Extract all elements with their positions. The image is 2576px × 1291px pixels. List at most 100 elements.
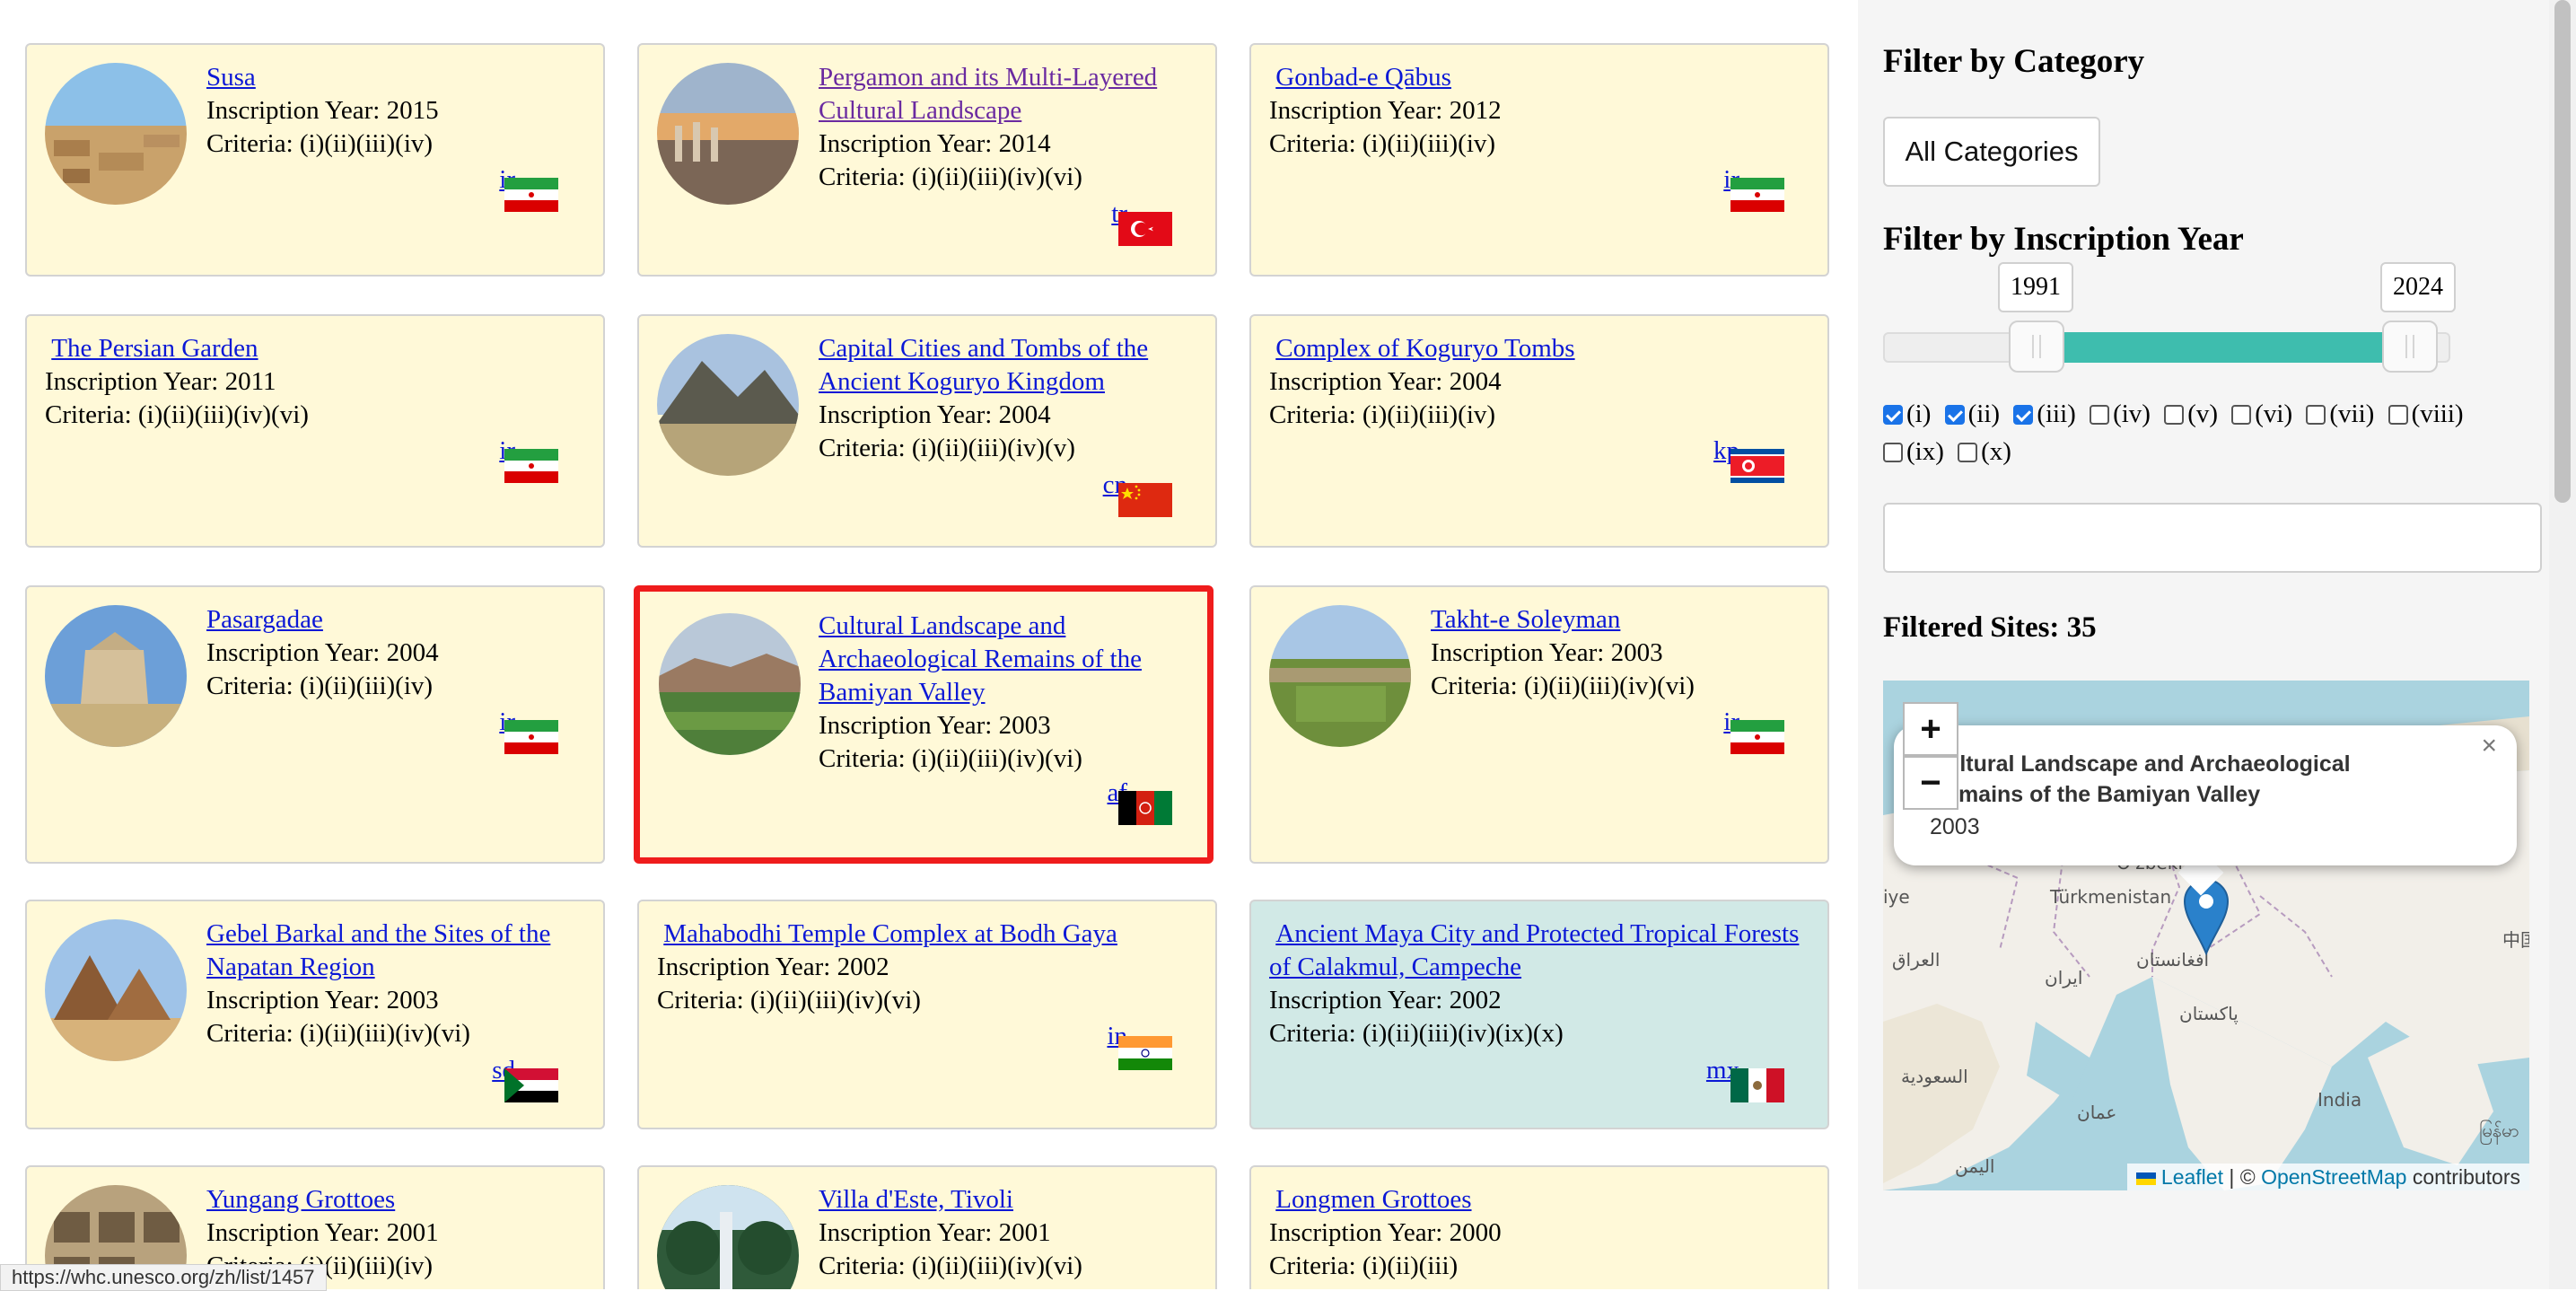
- category-filter-button[interactable]: All Categories: [1883, 117, 2100, 187]
- site-thumbnail[interactable]: [45, 605, 187, 747]
- popup-close-icon[interactable]: ×: [2481, 731, 2497, 761]
- checkbox-icon[interactable]: [2306, 405, 2326, 425]
- site-title-link[interactable]: Villa d'Este, Tivoli: [819, 1185, 1013, 1214]
- site-thumbnail[interactable]: [657, 1185, 799, 1289]
- site-info: Mahabodhi Temple Complex at Bodh Gaya In…: [657, 918, 1205, 1017]
- site-title-link[interactable]: Pergamon and its Multi-Layered Cultural …: [819, 63, 1157, 125]
- checkbox-icon[interactable]: [1883, 405, 1903, 425]
- criteria-checkbox[interactable]: (ix): [1883, 433, 1944, 470]
- site-title-link[interactable]: Ancient Maya City and Protected Tropical…: [1269, 919, 1799, 981]
- site-card: Takht-e Soleyman Inscription Year: 2003 …: [1249, 585, 1829, 864]
- site-title-link[interactable]: The Persian Garden: [51, 334, 258, 363]
- criteria-label: (i): [1906, 400, 1932, 428]
- site-thumbnail[interactable]: [45, 919, 187, 1061]
- site-title-link[interactable]: Capital Cities and Tombs of the Ancient …: [819, 334, 1148, 396]
- site-thumbnail[interactable]: [659, 613, 801, 755]
- site-title-link[interactable]: Yungang Grottoes: [206, 1185, 395, 1214]
- site-card-selected: Cultural Landscape and Archaeological Re…: [634, 585, 1214, 864]
- map-label-syria: iye: [1883, 886, 1910, 908]
- site-title-link[interactable]: Gonbad-e Qābus: [1275, 63, 1451, 92]
- year-slider-max-handle[interactable]: [2382, 321, 2438, 373]
- afghanistan-flag-icon: [1118, 791, 1172, 825]
- site-title-link[interactable]: Complex of Koguryo Tombs: [1275, 334, 1574, 363]
- inscription-year: Inscription Year: 2011: [45, 367, 276, 396]
- site-info: Gonbad-e Qābus Inscription Year: 2012 Cr…: [1269, 61, 1808, 161]
- site-title-link[interactable]: Mahabodhi Temple Complex at Bodh Gaya: [663, 919, 1117, 948]
- attribution-separator: | ©: [2222, 1165, 2262, 1189]
- criteria-checkbox[interactable]: (viii): [2388, 395, 2464, 433]
- inscription-year: Inscription Year: 2001: [206, 1218, 439, 1247]
- china-flag-icon: [1118, 483, 1172, 517]
- checkbox-icon[interactable]: [2231, 405, 2252, 425]
- site-info: The Persian Garden Inscription Year: 201…: [45, 332, 583, 432]
- site-card: Gonbad-e Qābus Inscription Year: 2012 Cr…: [1249, 43, 1829, 277]
- criteria-checkbox[interactable]: (ii): [1944, 395, 2000, 433]
- criteria-checkbox[interactable]: (vii): [2306, 395, 2374, 433]
- site-title-link[interactable]: Gebel Barkal and the Sites of the Napata…: [206, 919, 550, 981]
- site-title-link[interactable]: Pasargadae: [206, 605, 323, 634]
- criteria-checkbox[interactable]: (iii): [2013, 395, 2076, 433]
- criteria-text: Criteria: (i)(ii)(iii): [1269, 1251, 1459, 1280]
- site-thumbnail[interactable]: [1269, 605, 1411, 747]
- zoom-out-button[interactable]: −: [1903, 756, 1958, 810]
- year-heading: Filter by Inscription Year: [1883, 221, 2244, 258]
- site-thumbnail[interactable]: [45, 63, 187, 205]
- checkbox-icon[interactable]: [1883, 443, 1903, 462]
- checkbox-icon[interactable]: [1958, 443, 1978, 462]
- site-card: Pasargadae Inscription Year: 2004 Criter…: [25, 585, 605, 864]
- checkbox-icon[interactable]: [2164, 405, 2185, 425]
- map-label-pakistan: پاکستان: [2179, 1003, 2239, 1025]
- checkbox-icon[interactable]: [2388, 405, 2408, 425]
- year-slider-min-handle[interactable]: [2009, 321, 2064, 373]
- inscription-year: Inscription Year: 2004: [206, 638, 439, 667]
- criteria-checkbox[interactable]: (vi): [2231, 395, 2292, 433]
- site-title-link[interactable]: Takht-e Soleyman: [1431, 605, 1620, 634]
- checkbox-icon[interactable]: [1944, 405, 1965, 425]
- site-info: Longmen Grottoes Inscription Year: 2000 …: [1269, 1183, 1808, 1283]
- inscription-year: Inscription Year: 2004: [1269, 367, 1502, 396]
- criteria-text: Criteria: (i)(ii)(iii)(iv)(vi): [819, 1251, 1082, 1280]
- inscription-year: Inscription Year: 2015: [206, 96, 439, 125]
- site-thumbnail[interactable]: [657, 63, 799, 205]
- page-scrollbar-thumb[interactable]: [2554, 0, 2571, 503]
- iran-flag-icon: [504, 720, 558, 754]
- criteria-label: (viii): [2411, 400, 2464, 428]
- criteria-checkbox-group: (i) (ii) (iii) (iv) (v) (vi) (vii) (viii…: [1883, 395, 2493, 470]
- checkbox-icon[interactable]: [2013, 405, 2034, 425]
- site-card: The Persian Garden Inscription Year: 201…: [25, 314, 605, 548]
- inscription-year: Inscription Year: 2000: [1269, 1218, 1502, 1247]
- inscription-year: Inscription Year: 2012: [1269, 96, 1502, 125]
- site-title-link[interactable]: Susa: [206, 63, 256, 92]
- openstreetmap-link[interactable]: OpenStreetMap: [2261, 1165, 2406, 1189]
- leaflet-link[interactable]: Leaflet: [2161, 1165, 2223, 1189]
- site-card: Mahabodhi Temple Complex at Bodh Gaya In…: [637, 900, 1217, 1129]
- site-title-link[interactable]: Cultural Landscape and Archaeological Re…: [819, 611, 1142, 707]
- iran-flag-icon: [1730, 178, 1784, 212]
- map-label-yemen: اليمن: [1955, 1155, 1994, 1177]
- inscription-year: Inscription Year: 2004: [819, 400, 1051, 429]
- site-map[interactable]: Türkmenistan O'zbekis العراق ایران افغان…: [1883, 681, 2529, 1190]
- site-thumbnail[interactable]: [657, 334, 799, 476]
- zoom-in-button[interactable]: +: [1903, 702, 1958, 756]
- search-input[interactable]: [1883, 503, 2542, 573]
- checkbox-icon[interactable]: [2090, 405, 2110, 425]
- site-info: Takht-e Soleyman Inscription Year: 2003 …: [1431, 603, 1808, 703]
- criteria-checkbox[interactable]: (x): [1958, 433, 2011, 470]
- criteria-text: Criteria: (i)(ii)(iii)(iv)(vi): [819, 744, 1082, 773]
- criteria-checkbox[interactable]: (i): [1883, 395, 1931, 433]
- criteria-label: (x): [1981, 437, 2011, 466]
- criteria-label: (ix): [1906, 437, 1944, 466]
- criteria-checkbox[interactable]: (iv): [2090, 395, 2151, 433]
- criteria-checkbox[interactable]: (v): [2164, 395, 2218, 433]
- inscription-year: Inscription Year: 2001: [819, 1218, 1051, 1247]
- iran-flag-icon: [504, 178, 558, 212]
- year-slider-range: [2011, 332, 2404, 363]
- site-title-link[interactable]: Longmen Grottoes: [1275, 1185, 1471, 1214]
- filter-sidebar: Filter by Category All Categories Filter…: [1858, 0, 2549, 1289]
- north-korea-flag-icon: [1730, 449, 1784, 483]
- india-flag-icon: [1118, 1036, 1172, 1070]
- criteria-label: (iv): [2113, 400, 2151, 428]
- site-info: Complex of Koguryo Tombs Inscription Yea…: [1269, 332, 1808, 432]
- site-info: Susa Inscription Year: 2015 Criteria: (i…: [206, 61, 583, 161]
- criteria-text: Criteria: (i)(ii)(iii)(iv)(v): [819, 434, 1075, 462]
